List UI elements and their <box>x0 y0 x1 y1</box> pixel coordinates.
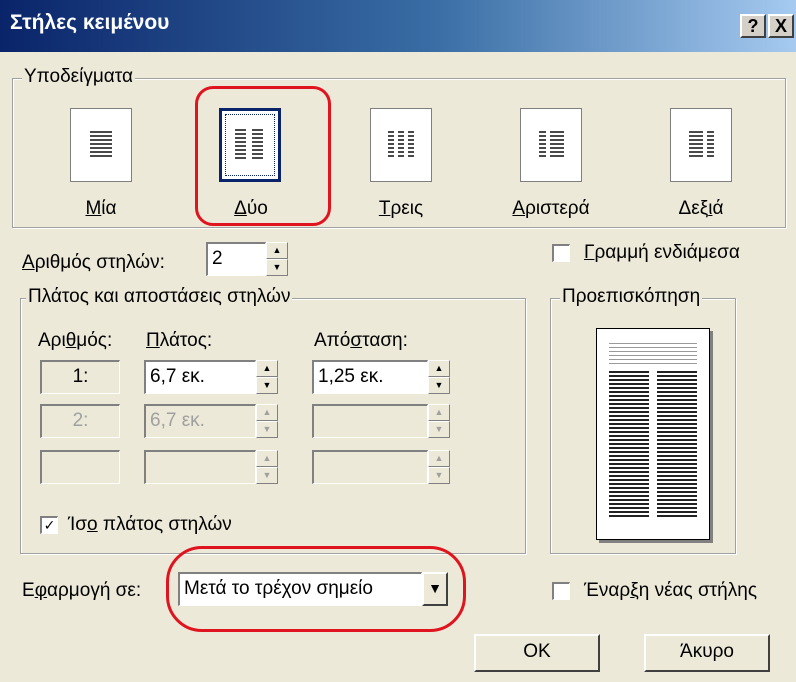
num-columns-label: Αριθμός στηλών: <box>22 252 165 273</box>
column-2-width-spinner: ▲ ▼ <box>256 404 278 438</box>
column-1-spacing-input[interactable]: 1,25 εκ. <box>312 360 428 394</box>
preview-page <box>596 328 710 540</box>
column-1-width-input[interactable]: 6,7 εκ. <box>144 360 256 394</box>
close-button[interactable]: X <box>768 14 794 38</box>
column-1-spacing-spinner[interactable]: ▲ ▼ <box>428 360 450 394</box>
three-columns-icon <box>371 109 431 181</box>
annotation-circle-apply <box>166 546 466 632</box>
column-number-1: 1: <box>40 360 120 394</box>
spacing-header: Απόσταση: <box>314 330 408 351</box>
left-columns-icon <box>521 109 581 181</box>
preset-three-button[interactable] <box>370 108 432 182</box>
num-columns-input[interactable]: 2 <box>206 242 266 276</box>
preview-text-lines <box>609 343 697 367</box>
cancel-button[interactable]: Άκυρο <box>644 634 770 672</box>
column-number-2: 2: <box>40 404 120 438</box>
window-title: Στήλες κειμένου <box>10 11 170 34</box>
equal-width-label: Ίσο πλάτος στηλών <box>68 514 232 535</box>
preset-one-button[interactable] <box>70 108 132 182</box>
one-column-icon <box>71 109 131 181</box>
column-2-width-input: 6,7 εκ. <box>144 404 256 438</box>
ok-button[interactable]: OK <box>474 634 600 672</box>
preset-right-button[interactable] <box>670 108 732 182</box>
preset-three-label: Τρεις <box>378 198 424 219</box>
help-button[interactable]: ? <box>740 14 766 38</box>
line-between-checkbox[interactable] <box>552 244 570 262</box>
column-1-width-spinner[interactable]: ▲ ▼ <box>256 360 278 394</box>
apply-to-label: Εφαρμογή σε: <box>22 580 142 601</box>
preview-column-1 <box>609 371 649 519</box>
width-spacing-legend: Πλάτος και αποστάσεις στηλών <box>26 286 293 308</box>
preview-column-2 <box>657 371 697 519</box>
column-3-spacing-spinner: ▲ ▼ <box>428 450 450 484</box>
column-number-3 <box>40 450 120 484</box>
preset-right-label: Δεξιά <box>678 198 724 219</box>
col-number-header: Αριθμός: <box>38 330 113 351</box>
column-3-width-spinner: ▲ ▼ <box>256 450 278 484</box>
preset-one-label: Μία <box>85 198 117 219</box>
num-columns-spinner[interactable]: ▲ ▼ <box>266 242 288 276</box>
preset-left-label: Αριστερά <box>512 198 590 219</box>
preview-legend: Προεπισκόπηση <box>560 286 703 308</box>
width-header: Πλάτος: <box>146 330 213 351</box>
annotation-circle-two <box>195 86 331 226</box>
line-between-label: Γραμμή ενδιάμεσα <box>584 242 740 263</box>
start-new-column-label: Έναρξη νέας στήλης <box>584 580 757 601</box>
presets-legend: Υποδείγματα <box>22 66 135 88</box>
start-new-column-checkbox[interactable] <box>552 582 570 600</box>
column-2-spacing-spinner: ▲ ▼ <box>428 404 450 438</box>
right-columns-icon <box>671 109 731 181</box>
equal-width-checkbox[interactable]: ✓ <box>40 516 58 534</box>
preset-left-button[interactable] <box>520 108 582 182</box>
column-3-width-input <box>144 450 256 484</box>
column-2-spacing-input <box>312 404 428 438</box>
column-3-spacing-input <box>312 450 428 484</box>
